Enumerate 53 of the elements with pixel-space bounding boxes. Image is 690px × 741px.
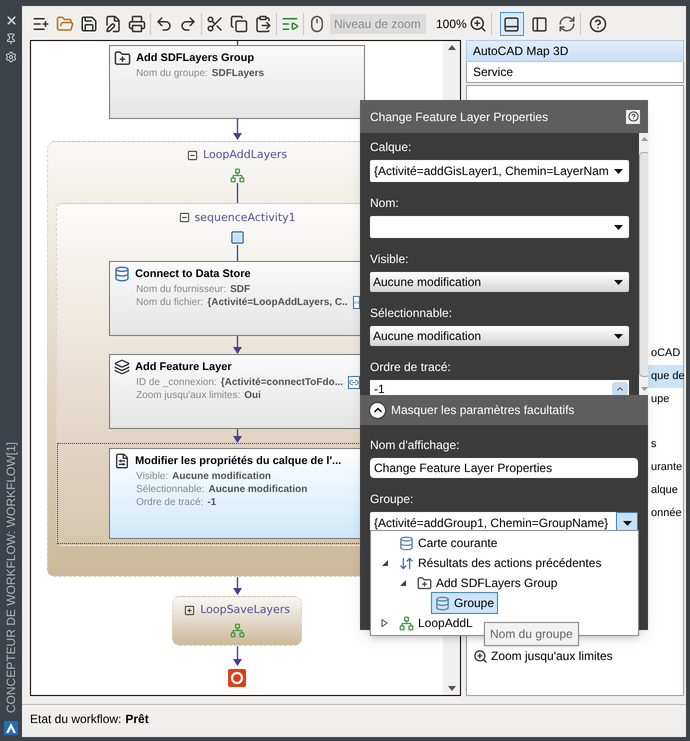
activity-card[interactable]: Add SDFLayers Group Nom du groupe: SDFLayers — [109, 45, 366, 119]
field-label: Calque: — [370, 139, 412, 156]
field-label: Ordre de tracé: — [370, 359, 452, 376]
dialog-title: Change Feature Layer Properties — [370, 108, 548, 126]
activity-title: Add SDFLayers Group — [136, 51, 254, 66]
property-value: SDFLayers — [212, 67, 264, 81]
property-label: Nom du fournisseur: — [136, 282, 226, 296]
text-field[interactable]: Change Feature Layer Properties — [370, 458, 638, 478]
loop-title: LoopSaveLayers — [200, 602, 290, 618]
sequence-title: sequenceActivity1 — [194, 210, 296, 226]
property-value: Oui — [244, 388, 261, 402]
activity-title: Add Feature Layer — [135, 360, 232, 375]
dropdown-field[interactable]: Aucune modification — [370, 272, 629, 292]
dropdown-field[interactable]: Aucune modification — [370, 326, 629, 346]
property-label: Sélectionnable: — [136, 482, 204, 496]
activity-title: Connect to Data Store — [135, 267, 251, 282]
status-value: Prêt — [125, 711, 149, 728]
field-label: Visible: — [370, 251, 410, 268]
tree-item[interactable]: Groupe — [431, 592, 498, 614]
property-value: Aucune modification — [172, 470, 272, 484]
property-label: Ordre de tracé: — [136, 496, 204, 510]
property-value: {Activité=connectToFdo... — [220, 376, 344, 390]
combo-field[interactable]: {Activité=addGisLayer1, Chemin=LayerNam — [370, 160, 629, 182]
zoom-field[interactable]: Niveau de zoom — [330, 14, 426, 34]
tree-item[interactable]: Add SDFLayers Group — [413, 572, 562, 594]
property-label: Nom du fichier: — [136, 296, 204, 310]
number-field[interactable]: -1 — [370, 380, 629, 395]
property-label: Nom du groupe: — [136, 67, 208, 81]
field-label: Nom d'affichage: — [370, 437, 460, 454]
loop-container[interactable]: LoopSaveLayers — [172, 596, 302, 646]
property-value: Aucune modification — [208, 482, 308, 496]
status-label: Etat du workflow: — [30, 711, 122, 728]
tree-item[interactable]: LoopAddL — [395, 612, 477, 634]
property-label: ID de _connexion: — [136, 376, 217, 390]
tree-item[interactable]: Résultats des actions précédentes — [395, 552, 606, 574]
property-label: Visible: — [136, 470, 168, 484]
field-label: Nom: — [370, 195, 400, 212]
tooltip: Nom du groupe — [484, 622, 579, 646]
tree-item[interactable]: Carte courante — [395, 532, 502, 554]
property-value: SDF — [230, 282, 250, 296]
loop-title: LoopAddLayers — [203, 147, 288, 163]
property-label: Zoom jusqu'aux limites: — [136, 388, 240, 402]
list-item[interactable]: Zoom jusqu'aux limites — [491, 647, 613, 665]
activity-title: Modifier les propriétés du calque de l'... — [135, 454, 342, 469]
panel-subheader[interactable]: Service — [466, 62, 684, 83]
zoom-value: 100% — [436, 16, 467, 33]
field-label: Groupe: — [370, 491, 414, 508]
property-value: -1 — [207, 496, 216, 510]
panel-title: CONCEPTEUR DE WORKFLOW: WORKFLOW[1] — [3, 442, 19, 713]
property-value: {Activité=LoopAddLayers, C.. — [207, 296, 348, 310]
panel-header[interactable]: AutoCAD Map 3D — [466, 40, 684, 62]
field-label: Sélectionnable: — [370, 305, 454, 322]
section-toggle[interactable]: Masquer les paramètres facultatifs — [360, 395, 648, 425]
